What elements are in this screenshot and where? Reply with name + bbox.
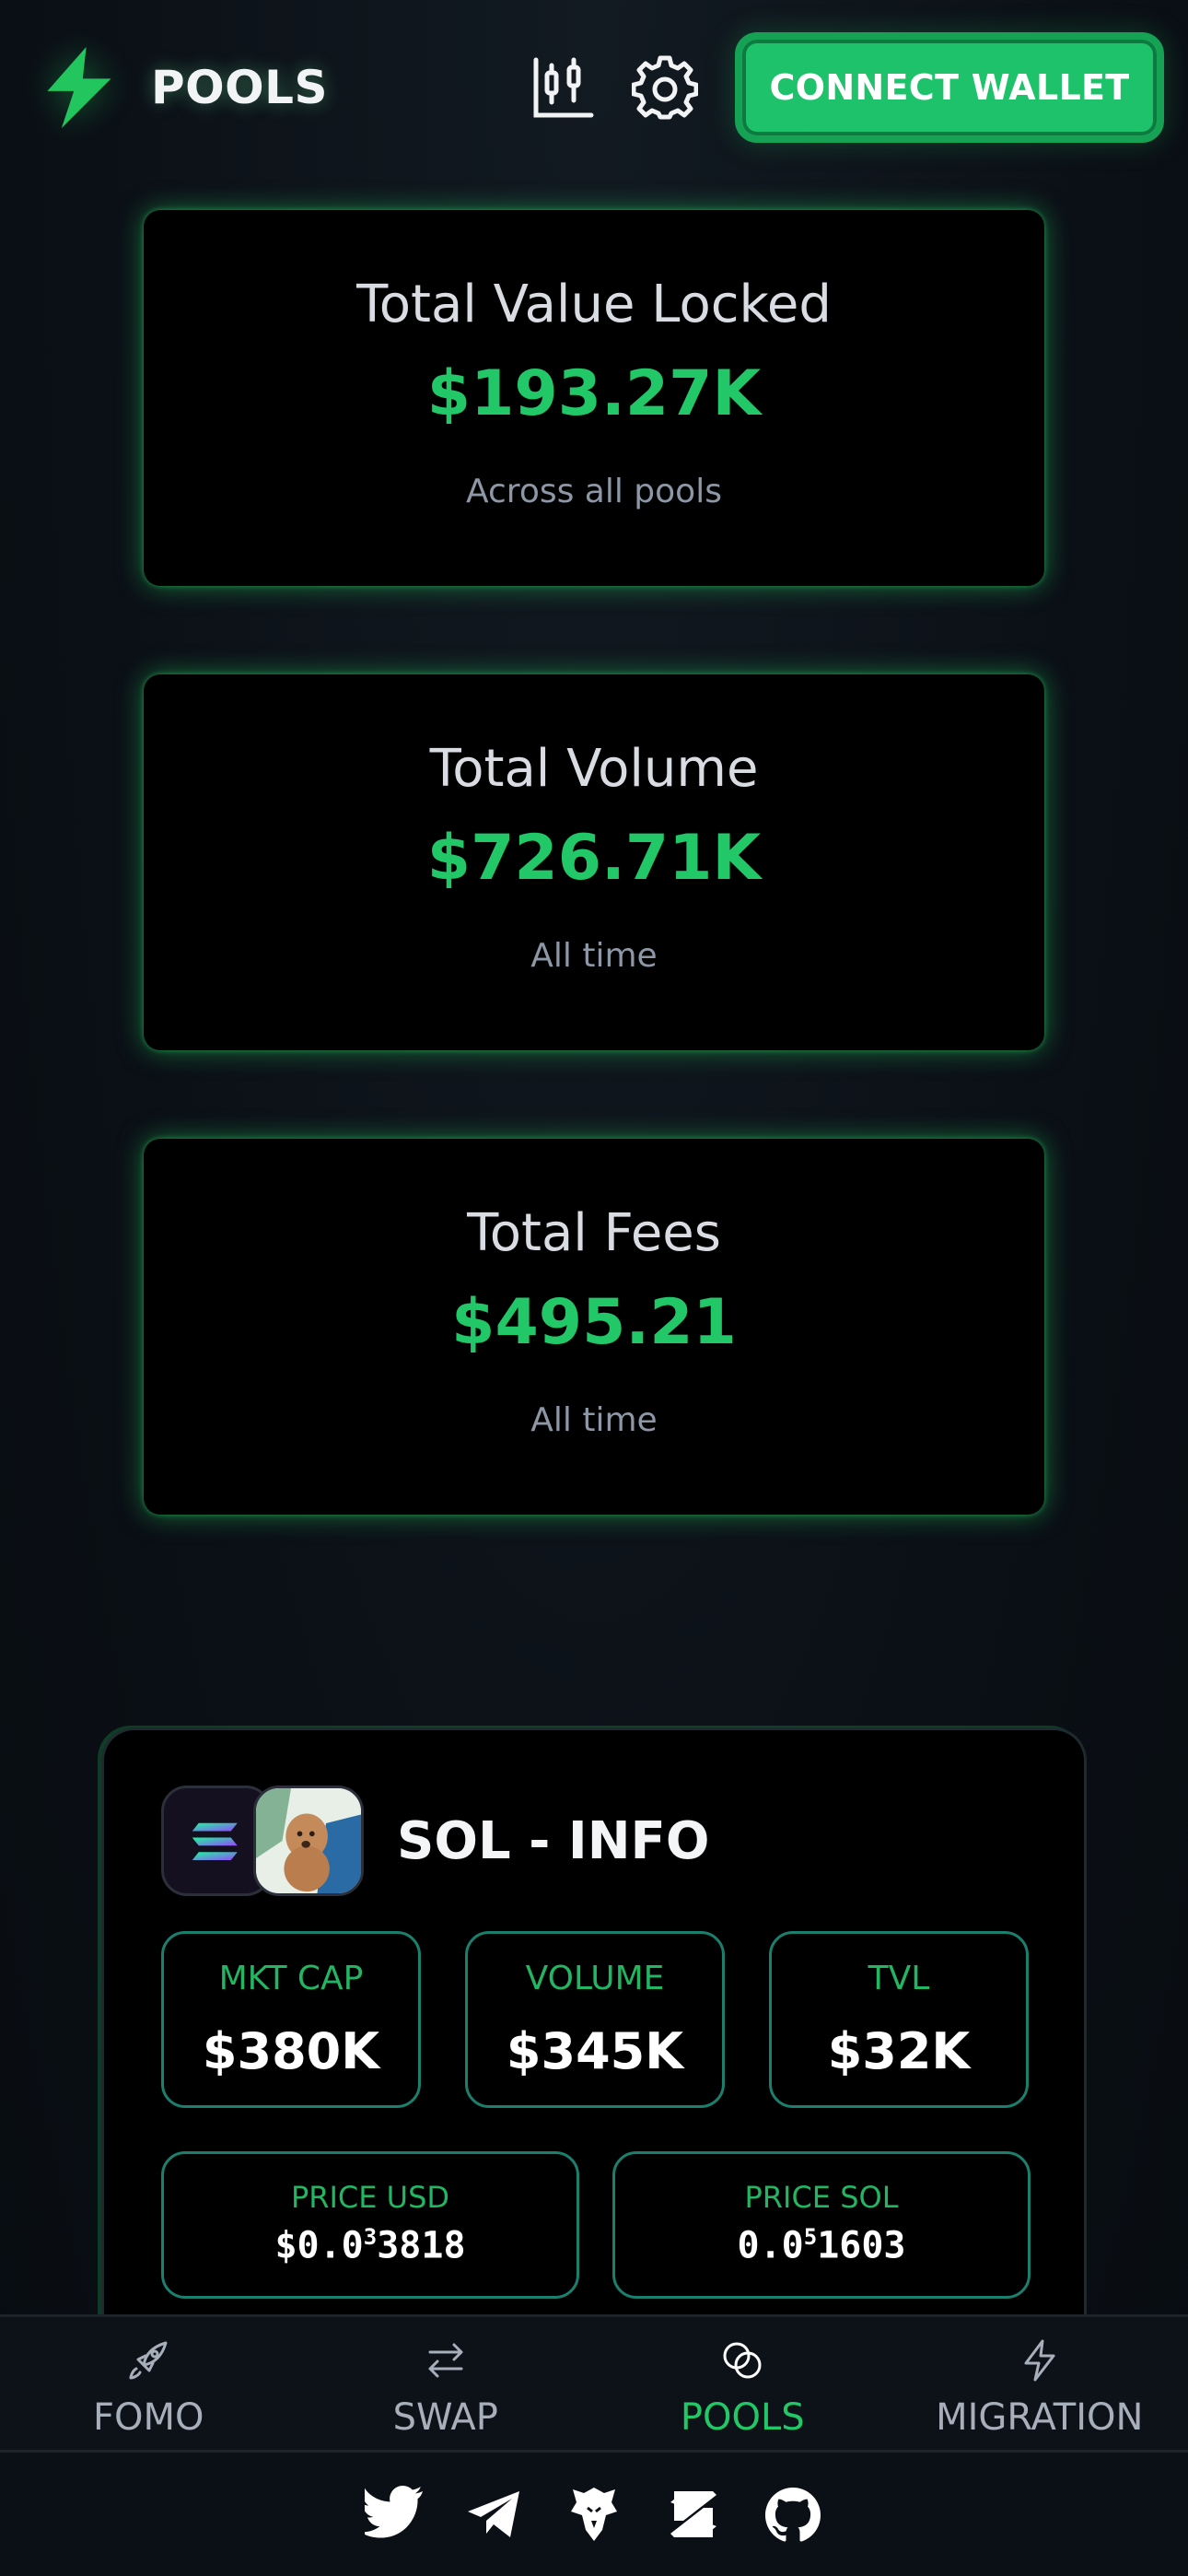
bottom-nav: FOMO SWAP POOLS MIGRATION: [0, 2314, 1188, 2453]
metric-tvl: TVL $32K: [769, 1931, 1029, 2108]
nav-item-migration[interactable]: MIGRATION: [891, 2317, 1188, 2450]
metric-volume: VOLUME $345K: [465, 1931, 725, 2108]
app-header: POOLS CONNECT WALLET: [0, 0, 1188, 175]
logo[interactable]: POOLS: [35, 43, 328, 132]
stat-value: $193.27K: [426, 357, 762, 430]
price-usd-box: PRICE USD $0.033818: [161, 2151, 579, 2299]
settings-button[interactable]: [632, 54, 698, 121]
stat-value: $495.21: [451, 1286, 737, 1359]
metric-value: $345K: [506, 2022, 684, 2080]
pools-rings-icon: [723, 2342, 762, 2379]
metric-mkt-cap: MKT CAP $380K: [161, 1931, 421, 2108]
metric-label: VOLUME: [525, 1960, 665, 1997]
price-label: PRICE SOL: [744, 2180, 899, 2215]
metric-label: TVL: [868, 1960, 930, 1997]
nav-label: POOLS: [680, 2396, 805, 2439]
eagle-link[interactable]: [564, 2484, 624, 2545]
lightning-icon: [1024, 2339, 1055, 2382]
price-label: PRICE USD: [290, 2180, 450, 2215]
price-sol-box: PRICE SOL 0.051603: [612, 2151, 1031, 2299]
stat-value: $726.71K: [426, 822, 762, 895]
twitter-link[interactable]: [365, 2484, 425, 2545]
chart-icon: [533, 57, 594, 118]
pool-info-header: SOL - INFO: [161, 1786, 709, 1896]
app-title: POOLS: [151, 61, 329, 114]
price-usd-value: $0.033818: [274, 2224, 466, 2267]
nav-item-fomo[interactable]: FOMO: [0, 2317, 297, 2450]
stat-card-volume: Total Volume $726.71K All time: [144, 674, 1044, 1050]
rocket-icon: [129, 2341, 168, 2380]
pool-info-title: SOL - INFO: [397, 1810, 710, 1871]
eagle-icon: [571, 2488, 617, 2541]
nav-label: MIGRATION: [936, 2396, 1144, 2439]
stat-label: Total Volume: [429, 739, 759, 799]
stat-sub: All time: [530, 1401, 658, 1439]
stat-label: Total Value Locked: [356, 275, 832, 334]
metric-label: MKT CAP: [218, 1960, 364, 1997]
exchange-link[interactable]: [663, 2484, 724, 2545]
gear-icon: [632, 55, 698, 120]
chart-button[interactable]: [530, 54, 597, 121]
nav-label: SWAP: [392, 2396, 498, 2439]
twitter-icon: [365, 2485, 424, 2538]
nav-item-pools[interactable]: POOLS: [594, 2317, 891, 2450]
stat-sub: All time: [530, 937, 658, 975]
telegram-icon: [468, 2491, 519, 2537]
social-links: [0, 2453, 1188, 2576]
stat-sub: Across all pools: [466, 473, 722, 510]
price-sol-value: 0.051603: [737, 2224, 906, 2267]
exchange-logo-icon: [670, 2491, 716, 2537]
stat-label: Total Fees: [467, 1203, 721, 1263]
github-link[interactable]: [763, 2484, 823, 2545]
github-icon: [765, 2488, 821, 2542]
swap-arrows-icon: [428, 2343, 463, 2378]
metric-value: $32K: [827, 2022, 971, 2080]
connect-wallet-button[interactable]: CONNECT WALLET: [735, 32, 1164, 143]
nav-label: FOMO: [93, 2396, 204, 2439]
nav-item-swap[interactable]: SWAP: [297, 2317, 595, 2450]
stat-card-fees: Total Fees $495.21 All time: [144, 1139, 1044, 1515]
telegram-link[interactable]: [464, 2484, 525, 2545]
token-avatar: [253, 1786, 364, 1896]
lightning-logo-icon: [47, 46, 111, 129]
metric-value: $380K: [202, 2022, 380, 2080]
stat-card-tvl: Total Value Locked $193.27K Across all p…: [144, 210, 1044, 586]
